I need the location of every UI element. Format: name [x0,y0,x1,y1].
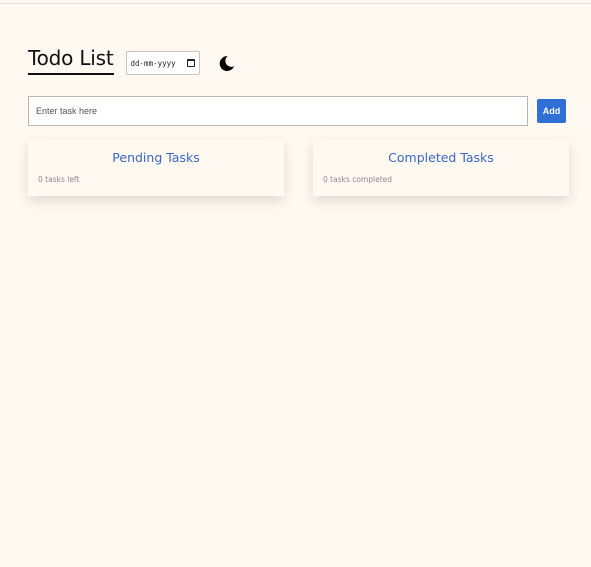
page-title: Todo List [28,46,114,75]
window-top-border [0,0,591,4]
header: Todo List dd-mm-yyyy [28,46,235,75]
pending-tasks-count: 0 tasks left [38,175,80,184]
moon-icon [219,55,234,71]
theme-toggle-button[interactable] [218,55,235,72]
add-task-button[interactable]: Add [537,99,566,123]
date-input[interactable]: dd-mm-yyyy [125,51,200,75]
pending-tasks-card: Pending Tasks 0 tasks left [28,140,284,196]
task-input[interactable] [28,96,528,126]
date-placeholder: dd-mm-yyyy [130,58,176,68]
pending-tasks-title: Pending Tasks [112,150,200,165]
completed-tasks-count: 0 tasks completed [323,175,393,184]
completed-tasks-title: Completed Tasks [388,150,494,165]
calendar-icon[interactable] [186,59,195,67]
completed-tasks-card: Completed Tasks 0 tasks completed [313,140,569,196]
